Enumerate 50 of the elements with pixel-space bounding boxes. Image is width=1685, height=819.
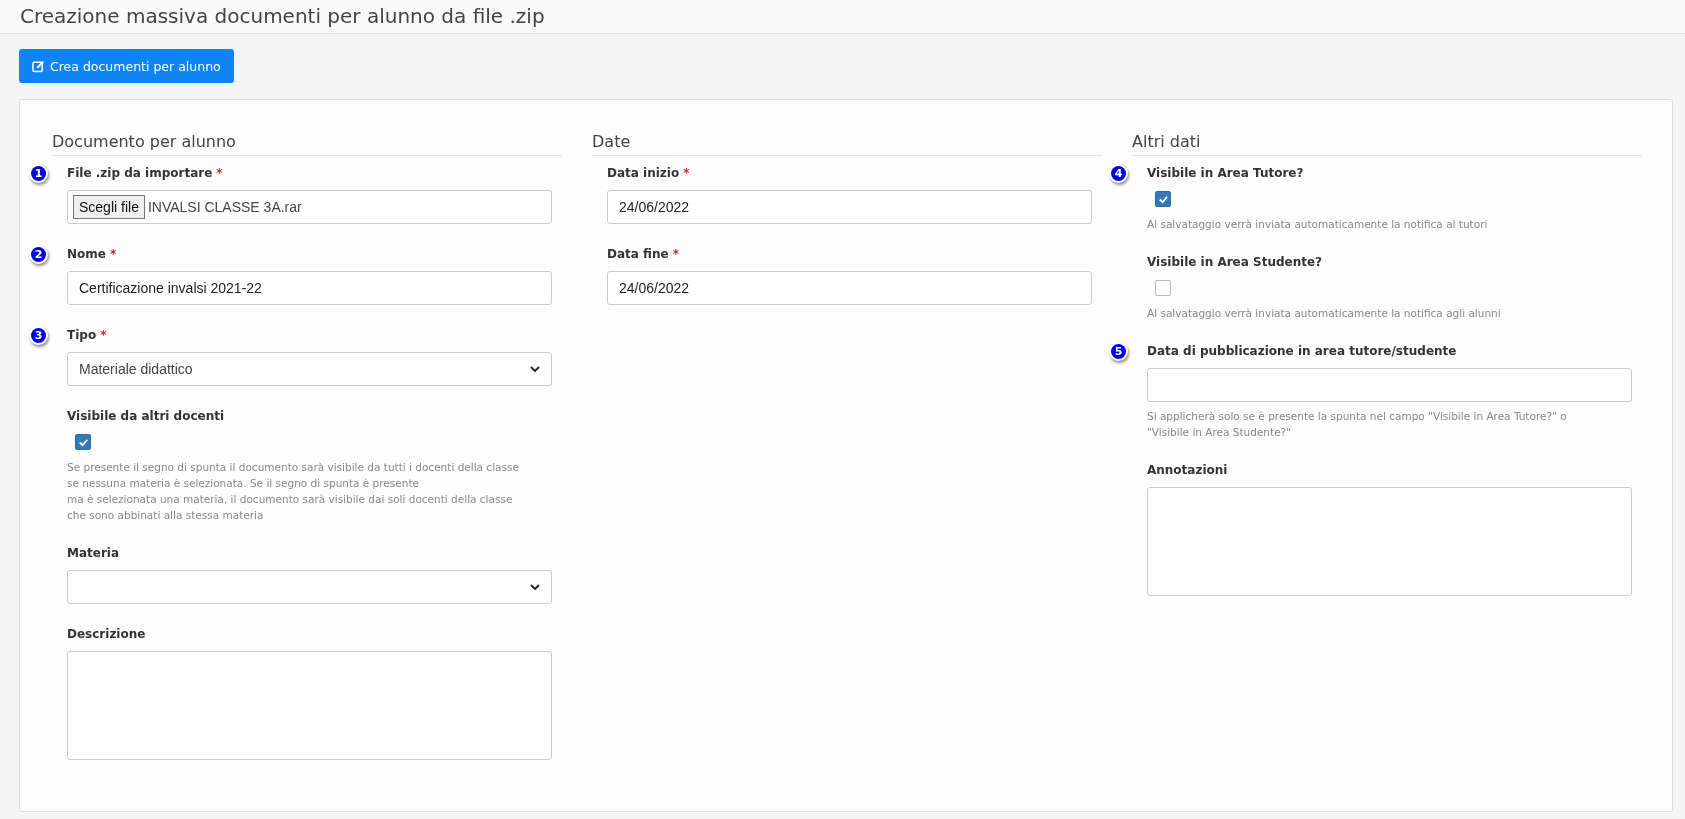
step-number-badge: 5 [1111,343,1126,359]
section-heading: Documento per alunno [52,132,562,156]
input-field[interactable]: 24/06/2022 [607,190,1092,224]
required-mark: * [100,328,107,342]
field-label: Nome [67,247,106,261]
field-label: Annotazioni [1147,463,1228,477]
text-area[interactable] [67,651,552,760]
check-icon [1157,193,1169,205]
help-text: Si applicherà solo se è presente la spunta nel campo "Visibile in Area Tutore?" o "Visibile in Area Studente?" [1147,409,1568,440]
field-label: Visibile da altri docenti [67,409,225,423]
field-label: Tipo [67,328,97,342]
field-label: Descrizione [67,627,146,641]
required-mark: * [672,247,679,261]
field-label: File .zip da importare [67,166,213,180]
create-documents-button[interactable]: Crea documenti per alunno [19,49,234,83]
required-mark: * [216,166,223,180]
field-label: Visibile in Area Tutore? [1147,166,1304,180]
text-area[interactable] [1147,487,1632,596]
edit-icon [32,59,45,73]
file-name: INVALSI CLASSE 3A.rar [147,199,302,215]
checkbox[interactable] [1155,280,1171,296]
field-label: Data inizio [607,166,680,180]
input-field[interactable] [1147,368,1632,402]
page-title: Creazione massiva documenti per alunno da file .zip [20,4,546,28]
step-number-badge: 2 [31,246,46,262]
help-text: Al salvataggio verrà inviata automaticamente la notifica agli alunni [1147,306,1502,321]
checkbox[interactable] [75,434,91,450]
field-label: Materia [67,546,120,560]
input-field[interactable]: Certificazione invalsi 2021-22 [67,271,552,305]
help-text: Al salvataggio verrà inviata automaticamente la notifica ai tutori [1147,217,1489,232]
field-label: Data fine [607,247,669,261]
field-label: Data di pubblicazione in area tutore/studente [1147,344,1457,358]
required-mark: * [683,166,690,180]
chevron-down-icon [530,366,540,372]
field-label: Visibile in Area Studente? [1147,255,1323,269]
check-icon [77,436,89,448]
section-heading: Date [592,132,1102,156]
step-number-badge: 4 [1111,165,1126,181]
checkbox[interactable] [1155,191,1171,207]
required-mark: * [109,247,117,261]
file-input[interactable]: Scegli file INVALSI CLASSE 3A.rar [67,190,552,224]
select-field[interactable] [67,570,552,604]
step-number-badge: 3 [31,327,46,343]
choose-file-button[interactable]: Scegli file [73,195,145,219]
help-text: Se presente il segno di spunta il documento sarà visibile da tutti i docenti della classe se nessuna materia è selezionata. Se il segno di spunta è presente ma è selezionata una materia, il documento sarà visibile dai soli docenti della classe che sono abbinati alla stessa materia [67,460,520,523]
step-number-badge: 1 [31,165,46,181]
select-field[interactable]: Materiale didattico [67,352,552,386]
section-heading: Altri dati [1132,132,1642,156]
chevron-down-icon [530,584,540,590]
input-field[interactable]: 24/06/2022 [607,271,1092,305]
